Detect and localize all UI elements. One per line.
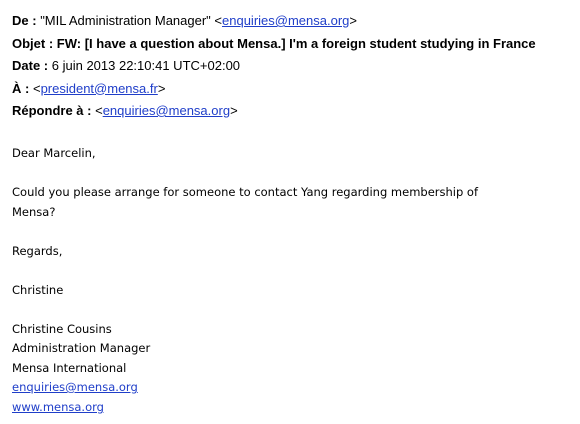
greeting: Dear Marcelin, bbox=[12, 146, 96, 160]
subject-value: FW: [I have a question about Mensa.] I'm… bbox=[56, 35, 536, 51]
from-row: De : "MIL Administration Manager" <enqui… bbox=[12, 10, 574, 33]
to-email-link[interactable]: president@mensa.fr bbox=[41, 81, 158, 96]
to-gt: > bbox=[157, 80, 166, 96]
paragraph-line-2: Mensa? bbox=[12, 204, 56, 219]
signature-org: Mensa International bbox=[12, 360, 127, 375]
signature-email-link[interactable]: enquiries@mensa.org bbox=[12, 380, 138, 394]
paragraph-line-1: Could you please arrange for someone to … bbox=[12, 185, 479, 199]
reply-to-lt: < bbox=[95, 103, 103, 118]
from-label: De : bbox=[12, 13, 37, 28]
date-label: Date : bbox=[12, 58, 49, 73]
to-label: À : bbox=[12, 80, 30, 96]
signature-title: Administration Manager bbox=[12, 341, 151, 355]
reply-to-gt: > bbox=[230, 103, 238, 118]
closing: Regards, bbox=[12, 243, 63, 258]
from-gt: > bbox=[349, 13, 357, 28]
to-row: À : <president@mensa.fr> bbox=[12, 78, 574, 101]
email-body: Dear Marcelin, Could you please arrange … bbox=[12, 144, 574, 417]
signature-name: Christine Cousins bbox=[12, 321, 112, 336]
reply-to-row: Répondre à : <enquiries@mensa.org> bbox=[12, 100, 574, 123]
from-name: "MIL Administration Manager" bbox=[40, 13, 211, 28]
date-row: Date : 6 juin 2013 22:10:41 UTC+02:00 bbox=[12, 55, 574, 78]
reply-to-label: Répondre à : bbox=[12, 103, 92, 118]
subject-label: Objet : bbox=[12, 35, 54, 51]
signature-website-link[interactable]: www.mensa.org bbox=[12, 400, 104, 414]
sender-first-name: Christine bbox=[12, 282, 64, 297]
email-headers: De : "MIL Administration Manager" <enqui… bbox=[12, 10, 574, 123]
reply-to-email-link[interactable]: enquiries@mensa.org bbox=[103, 103, 230, 118]
date-value: 6 juin 2013 22:10:41 UTC+02:00 bbox=[51, 58, 241, 73]
subject-row: Objet : FW: [I have a question about Men… bbox=[12, 33, 574, 56]
to-lt: < bbox=[32, 80, 41, 96]
from-lt: < bbox=[214, 13, 223, 28]
from-email-link[interactable]: enquiries@mensa.org bbox=[222, 13, 349, 28]
